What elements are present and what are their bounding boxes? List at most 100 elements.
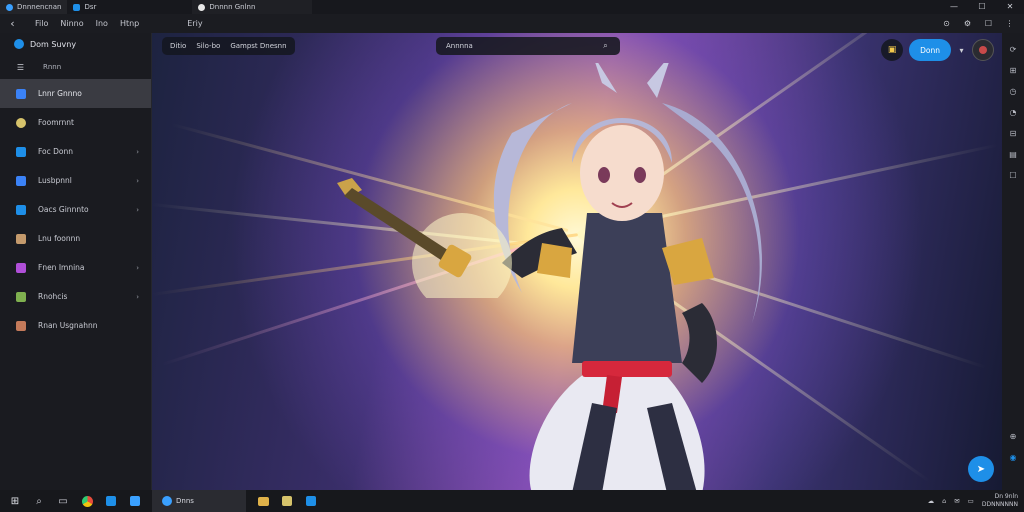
tab-3[interactable]: Dnnnn Gnlnn [192,0,313,14]
avatar[interactable] [972,39,994,61]
sidebar-item-9[interactable]: Rnan Usgnahnn [0,311,151,340]
maximize-button[interactable]: ☐ [968,0,996,14]
target-icon[interactable]: ⊙ [942,19,951,28]
menu-item-3[interactable]: Ino [96,19,108,28]
app-icon[interactable] [280,494,294,508]
more-icon[interactable]: ⋮ [1005,19,1014,28]
top-actions: ▣ Donn ▾ [881,39,994,61]
sidebar-item-1[interactable]: Lnnr Gnnno [0,79,151,108]
app-icon [162,496,172,506]
breadcrumb-item[interactable]: Ditio [170,42,186,50]
breadcrumb-item[interactable]: Gampst Dnesnn [230,42,286,50]
app-icon [16,320,26,331]
send-icon[interactable]: ➤ [968,456,994,482]
search-placeholder: Annnna [446,42,473,50]
clock[interactable]: Dn 9nln DDNNNNNN [982,493,1018,509]
chevron-icon[interactable]: › [136,177,139,185]
app-icon [16,291,26,302]
taskbar: ⊞ ⌕ ▭ Dnns ☁ ⌂ ✉ ▭ Dn 9nln DDNNNNNN [0,490,1024,512]
clock-icon[interactable]: ◷ [1009,87,1018,96]
pie-icon[interactable]: ◔ [1009,108,1018,117]
app-icon[interactable] [104,494,118,508]
mail-icon[interactable]: ✉ [954,497,959,505]
add-icon[interactable]: ⊕ [1009,432,1018,441]
window-icon[interactable]: ☐ [984,19,993,28]
menu-item-file[interactable]: Filo [35,19,48,28]
system-tray: ☁ ⌂ ✉ ▭ Dn 9nln DDNNNNNN [928,493,1024,509]
title-bar: Dnnnencnan Dsr Dnnnn Gnlnn — ☐ ✕ [0,0,1024,14]
right-rail: ⟳ ⊞ ◷ ◔ ⊟ ▤ ☐ ⊕ ◉ [1002,33,1024,490]
profile-icon [14,39,24,49]
menu-item-help[interactable]: Htnp [120,19,139,28]
tab-label: Dnnnn Gnlnn [209,3,256,11]
task-view-icon[interactable]: ▭ [56,494,70,508]
network-icon[interactable]: ⌂ [942,497,946,505]
search-input[interactable]: Annnna ⌕ [436,37,620,55]
chevron-icon[interactable]: › [136,206,139,214]
sidebar-item-4[interactable]: Lusbpnnl › [0,166,151,195]
app-icon[interactable] [128,494,142,508]
artwork-canvas: Ditio Silo-bo Gampst Dnesnn Annnna ⌕ ▣ D… [152,33,1002,490]
sidebar-item-8[interactable]: Rnohcis › [0,282,151,311]
sidebar-item-label: Rnan Usgnahnn [38,321,98,330]
record-icon[interactable]: ◉ [1009,453,1018,462]
app-icon [16,233,26,244]
sidebar-item-label: Lusbpnnl [38,176,72,185]
sidebar-item-label: Lnnr Gnnno [38,89,82,98]
sidebar-item-3[interactable]: Foc Donn › [0,137,151,166]
close-button[interactable]: ✕ [996,0,1024,14]
breadcrumb-item[interactable]: Silo-bo [196,42,220,50]
minimize-button[interactable]: — [940,0,968,14]
clock-time: Dn 9nln [994,493,1018,500]
search-icon[interactable]: ⌕ [32,494,46,508]
sidebar-title: Dom Suvny [30,39,77,49]
sidebar-item-2[interactable]: Foomrnnt [0,108,151,137]
rail-lower: ⊕ ◉ [1009,432,1018,462]
sidebar-header[interactable]: Dom Suvny [0,33,151,55]
app-icon [16,88,26,99]
app-icon[interactable] [304,494,318,508]
sidebar-subheader[interactable]: ☰ Rnnn [0,55,151,79]
chevron-icon[interactable]: › [136,293,139,301]
battery-icon[interactable]: ▭ [968,497,974,505]
chevron-icon[interactable]: › [136,148,139,156]
folder-icon[interactable] [256,494,270,508]
sidebar-item-7[interactable]: Fnen Imnina › [0,253,151,282]
app-icon [16,175,26,186]
app-icon [73,3,81,11]
sidebar-item-5[interactable]: Oacs Ginnnto › [0,195,151,224]
app-icon [6,3,13,11]
gear-icon[interactable]: ⚙ [963,19,972,28]
search-icon[interactable]: ⌕ [601,41,610,51]
primary-button[interactable]: Donn [909,39,951,61]
back-icon[interactable]: ‹ [8,17,17,30]
sidebar-item-label: Oacs Ginnnto [38,205,89,214]
windows-start-icon[interactable]: ⊞ [8,494,22,508]
panel-icon[interactable]: ⊟ [1009,129,1018,138]
sidebar-item-label: Foomrnnt [38,118,74,127]
taskbar-active-app[interactable]: Dnns [152,490,246,512]
sidebar-item-label: Foc Donn [38,147,74,156]
app-icon [16,262,26,273]
menu-item-2[interactable]: Ninno [60,19,83,28]
sidebar-sub-label: Rnnn [43,63,62,71]
cloud-icon[interactable]: ☁ [928,497,935,505]
list-icon: ☰ [16,62,25,72]
grid-icon[interactable]: ⊞ [1009,66,1018,75]
browser-icon[interactable] [80,494,94,508]
window-icon[interactable]: ☐ [1009,171,1018,180]
dropdown-icon[interactable]: ▾ [957,46,966,55]
tab-label: Dnnnencnan [17,3,62,11]
chevron-icon[interactable]: › [136,264,139,272]
tab-2[interactable]: Dsr [67,0,102,14]
lock-icon[interactable]: ▣ [881,39,904,61]
menu-bar: ‹ Filo Ninno Ino Htnp Eriy ⊙ ⚙ ☐ ⋮ [0,14,1024,33]
refresh-icon[interactable]: ⟳ [1009,45,1018,54]
page-icon [198,3,206,11]
menu-item-5[interactable]: Eriy [187,19,202,28]
list-icon[interactable]: ▤ [1009,150,1018,159]
app-icon [16,117,26,128]
tab-1[interactable]: Dnnnencnan [0,0,68,14]
sidebar-item-6[interactable]: Lnu foonnn [0,224,151,253]
sword-illustration [337,178,512,298]
